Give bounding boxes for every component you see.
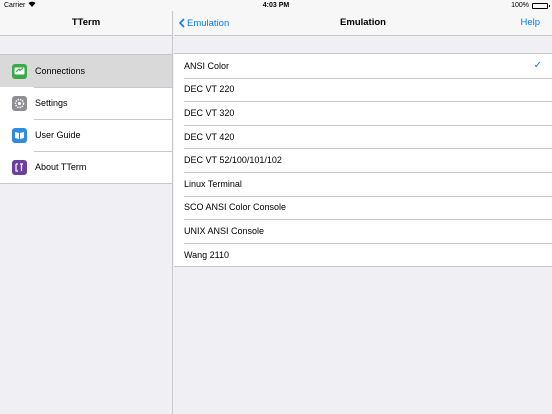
sidebar-title: TTerm	[0, 11, 172, 36]
sidebar-list: Connections Settings User Guide About TT…	[0, 54, 172, 184]
book-icon	[12, 127, 27, 143]
emulation-option-sco-ansi[interactable]: SCO ANSI Color Console	[174, 195, 552, 220]
connections-icon	[12, 63, 27, 79]
sidebar-item-user-guide[interactable]: User Guide	[0, 119, 172, 151]
battery-icon	[532, 2, 550, 9]
battery-percent: 100%	[511, 2, 529, 9]
emulation-option-ansi-color[interactable]: ANSI Color ✓	[174, 54, 552, 78]
emulation-option-wang-2110[interactable]: Wang 2110	[174, 242, 552, 267]
sidebar-item-label: About TTerm	[35, 162, 87, 172]
emulation-option-dec-vt-420[interactable]: DEC VT 420	[174, 124, 552, 149]
emulation-option-linux-terminal[interactable]: Linux Terminal	[174, 171, 552, 196]
status-right: 100%	[511, 0, 550, 11]
option-label: SCO ANSI Color Console	[184, 202, 287, 213]
main-panel: Emulation Emulation Help ANSI Color ✓ DE…	[174, 11, 552, 414]
help-button[interactable]: Help	[520, 11, 540, 35]
emulation-option-dec-vt-320[interactable]: DEC VT 320	[174, 101, 552, 125]
sidebar-item-settings[interactable]: Settings	[0, 87, 172, 119]
sidebar-item-label: Settings	[35, 98, 68, 108]
option-label: DEC VT 220	[184, 84, 235, 95]
option-label: DEC VT 52/100/101/102	[184, 155, 282, 166]
gear-icon	[12, 95, 27, 111]
emulation-option-unix-ansi[interactable]: UNIX ANSI Console	[174, 219, 552, 243]
status-time: 4:03 PM	[262, 2, 290, 9]
sidebar-item-label: Connections	[35, 66, 86, 76]
option-label: Linux Terminal	[184, 178, 242, 189]
sidebar-item-about[interactable]: About TTerm	[0, 151, 172, 183]
sidebar: TTerm Connections Settings User Guide Ab…	[0, 11, 173, 414]
main-nav-bar: Emulation Emulation Help	[174, 11, 552, 36]
option-label: Wang 2110	[184, 249, 230, 260]
emulation-list: ANSI Color ✓ DEC VT 220 DEC VT 320 DEC V…	[174, 53, 552, 268]
page-title: Emulation	[340, 17, 386, 28]
option-label: ANSI Color	[184, 60, 230, 71]
option-label: DEC VT 420	[184, 131, 235, 142]
about-icon	[12, 159, 27, 175]
checkmark-icon: ✓	[533, 60, 542, 72]
status-bar: Carrier 4:03 PM 100%	[0, 0, 552, 11]
emulation-option-dec-vt-220[interactable]: DEC VT 220	[174, 77, 552, 102]
option-label: DEC VT 320	[184, 107, 235, 118]
sidebar-item-connections[interactable]: Connections	[0, 55, 172, 87]
emulation-option-dec-vt-52[interactable]: DEC VT 52/100/101/102	[174, 148, 552, 172]
option-label: UNIX ANSI Console	[184, 225, 265, 236]
sidebar-item-label: User Guide	[35, 130, 81, 140]
